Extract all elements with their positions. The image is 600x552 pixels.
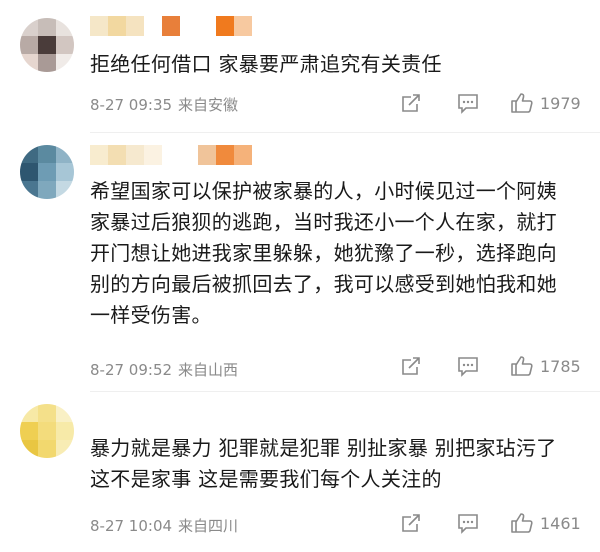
like-count: 1979	[540, 93, 581, 113]
avatar-pixel	[56, 18, 74, 36]
username-pixel	[90, 16, 108, 36]
username-pixel	[216, 16, 234, 36]
username-pixel	[108, 16, 126, 36]
share-button[interactable]	[400, 92, 422, 114]
avatar-pixel	[38, 163, 56, 181]
comment-text-line: 一样受伤害。	[90, 303, 212, 327]
comment-text-line: 暴力就是暴力 犯罪就是犯罪 别扯家暴 别把家玷污了	[90, 436, 557, 460]
username-blurred[interactable]	[90, 145, 252, 165]
avatar-pixel	[38, 181, 56, 199]
share-icon	[402, 94, 420, 112]
avatar-pixel	[38, 54, 56, 72]
like-button[interactable]: 1461	[510, 512, 581, 534]
comment-icon	[458, 514, 478, 534]
avatar[interactable]	[20, 18, 74, 72]
avatar-pixel	[56, 54, 74, 72]
avatar[interactable]	[20, 145, 74, 199]
comment-text: 拒绝任何借口 家暴要严肃追究有关责任	[90, 49, 590, 80]
avatar-pixel	[38, 36, 56, 54]
avatar-pixel	[38, 404, 56, 422]
username-pixel	[180, 16, 198, 36]
share-icon	[402, 514, 420, 532]
comment-icon	[458, 357, 478, 377]
comment-date: 8-27 09:52	[90, 361, 173, 379]
like-count: 1785	[540, 356, 581, 376]
comment-meta: 8-27 09:52 来自山西	[90, 359, 238, 380]
avatar[interactable]	[20, 404, 74, 458]
avatar-pixel	[20, 440, 38, 458]
comment-button[interactable]	[456, 355, 480, 377]
avatar-pixel	[20, 422, 38, 440]
avatar-pixel	[56, 181, 74, 199]
avatar-pixel	[20, 18, 38, 36]
avatar-pixel	[56, 163, 74, 181]
thumbs-up-icon	[511, 513, 533, 533]
comment-text-line: 拒绝任何借口 家暴要严肃追究有关责任	[90, 52, 442, 76]
avatar-pixel	[20, 163, 38, 181]
avatar-pixel	[20, 36, 38, 54]
username-blurred[interactable]	[90, 16, 252, 36]
username-pixel	[126, 145, 144, 165]
username-pixel	[144, 145, 162, 165]
comment-text-line: 这不是家事 这是需要我们每个人关注的	[90, 467, 442, 491]
comment-meta: 8-27 09:35 来自安徽	[90, 94, 238, 115]
like-button[interactable]: 1785	[510, 355, 581, 377]
avatar-pixel	[56, 36, 74, 54]
share-button[interactable]	[400, 512, 422, 534]
avatar-pixel	[56, 404, 74, 422]
username-pixel	[198, 16, 216, 36]
avatar-pixel	[20, 404, 38, 422]
username-pixel	[90, 145, 108, 165]
comment-button[interactable]	[456, 92, 480, 114]
username-pixel	[144, 16, 162, 36]
share-icon	[402, 357, 420, 375]
avatar-pixel	[38, 145, 56, 163]
username-pixel	[216, 145, 234, 165]
comment-text-line: 别的方向最后被抓回去了，我可以感受到她怕我和她	[90, 272, 557, 296]
avatar-pixel	[20, 54, 38, 72]
avatar-pixel	[20, 145, 38, 163]
avatar-pixel	[56, 145, 74, 163]
like-count: 1461	[540, 513, 581, 533]
comment-1: 拒绝任何借口 家暴要严肃追究有关责任 8-27 09:35 来自安徽 1979	[0, 0, 600, 133]
username-pixel	[162, 145, 180, 165]
comment-date: 8-27 09:35	[90, 96, 173, 114]
comment-location: 来自四川	[178, 517, 239, 535]
comment-meta: 8-27 10:04 来自四川	[90, 515, 238, 536]
comment-button[interactable]	[456, 512, 480, 534]
avatar-pixel	[38, 440, 56, 458]
comment-location: 来自安徽	[178, 96, 239, 114]
username-pixel	[198, 145, 216, 165]
thumbs-up-icon	[511, 93, 533, 113]
like-button[interactable]: 1979	[510, 92, 581, 114]
avatar-pixel	[56, 440, 74, 458]
username-pixel	[180, 145, 198, 165]
avatar-pixel	[20, 181, 38, 199]
comment-text-line: 开门想让她进我家里躲躲，她犹豫了一秒，选择跑向	[90, 241, 557, 265]
comment-text: 希望国家可以保护被家暴的人，小时候见过一个阿姨 家暴过后狼狈的逃跑，当时我还小一个…	[90, 176, 590, 331]
avatar-pixel	[38, 422, 56, 440]
username-pixel	[126, 16, 144, 36]
username-pixel	[234, 16, 252, 36]
comment-text: 暴力就是暴力 犯罪就是犯罪 别扯家暴 别把家玷污了 这不是家事 这是需要我们每个人…	[90, 433, 590, 495]
comment-text-line: 家暴过后狼狈的逃跑，当时我还小一个人在家，就打	[90, 210, 557, 234]
avatar-pixel	[56, 422, 74, 440]
comment-3: 暴力就是暴力 犯罪就是犯罪 别扯家暴 别把家玷污了 这不是家事 这是需要我们每个人…	[0, 392, 600, 552]
comment-location: 来自山西	[178, 361, 239, 379]
comment-icon	[458, 94, 478, 114]
share-button[interactable]	[400, 355, 422, 377]
comment-2: 希望国家可以保护被家暴的人，小时候见过一个阿姨 家暴过后狼狈的逃跑，当时我还小一个…	[0, 133, 600, 393]
comment-date: 8-27 10:04	[90, 517, 173, 535]
username-pixel	[162, 16, 180, 36]
comment-text-line: 希望国家可以保护被家暴的人，小时候见过一个阿姨	[90, 179, 557, 203]
username-pixel	[108, 145, 126, 165]
avatar-pixel	[38, 18, 56, 36]
username-pixel	[234, 145, 252, 165]
thumbs-up-icon	[511, 356, 533, 376]
